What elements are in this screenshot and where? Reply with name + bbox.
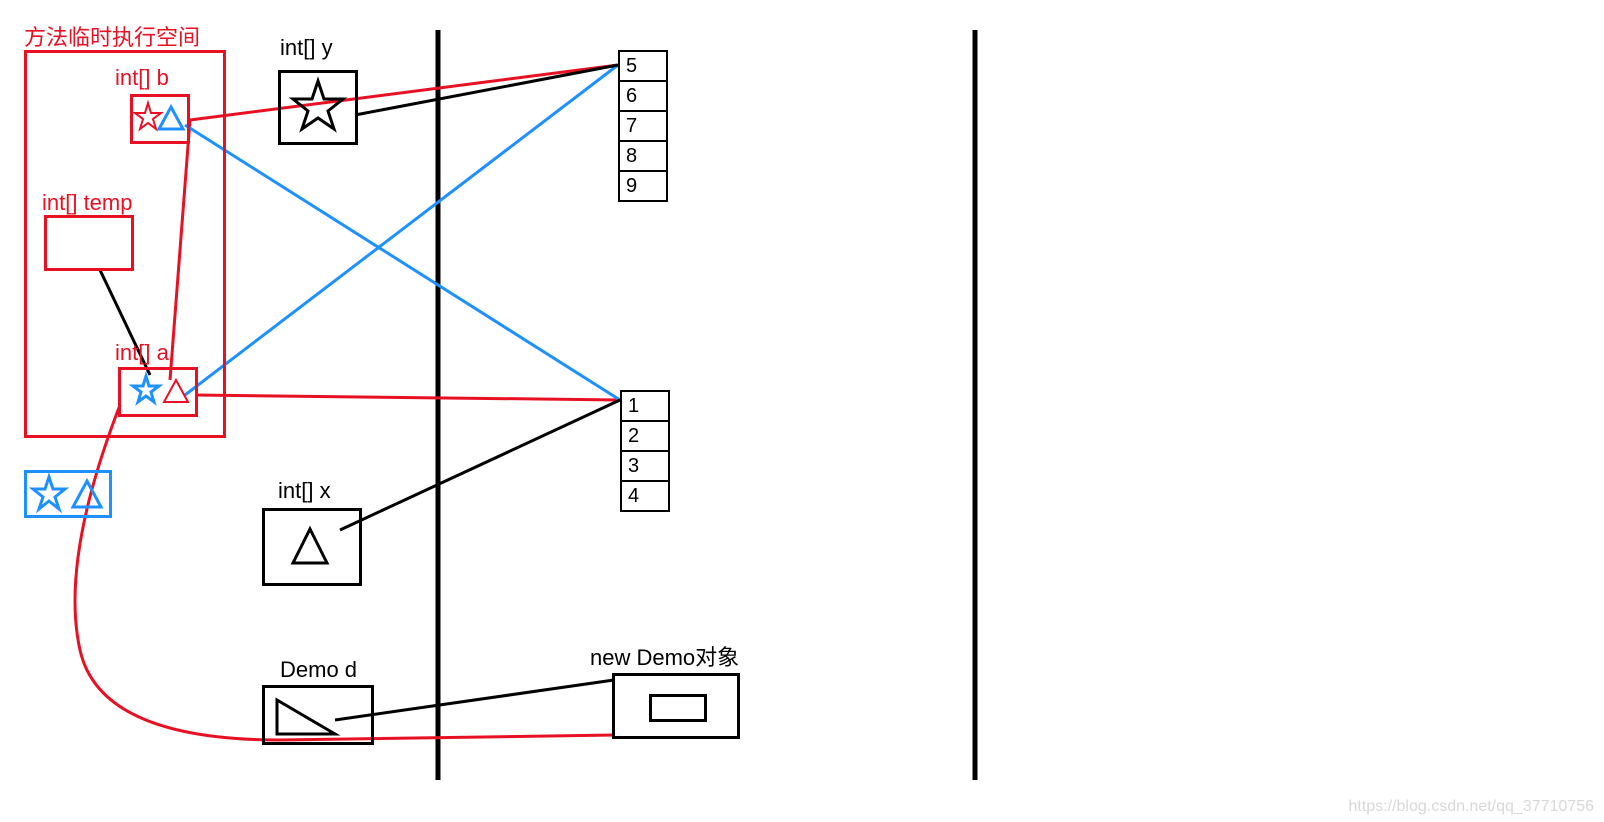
array-cell: 8 [618, 140, 668, 172]
int-a-label: int[] a [115, 340, 169, 366]
method-exec-space-label: 方法临时执行空间 [24, 20, 200, 52]
array-cell: 2 [620, 420, 670, 452]
demo-d-box [262, 685, 374, 745]
star-triangle-icon [121, 370, 197, 416]
legend-box [24, 470, 112, 518]
int-y-box [278, 70, 358, 145]
array-cell: 1 [620, 390, 670, 422]
new-demo-box [612, 673, 740, 739]
star-triangle-icon [27, 473, 111, 517]
array-cell: 5 [618, 50, 668, 82]
int-x-label: int[] x [278, 478, 331, 504]
int-x-box [262, 508, 362, 586]
array-cell: 7 [618, 110, 668, 142]
int-b-label: int[] b [115, 65, 169, 91]
connector-lines [0, 0, 1604, 822]
triangle-icon [265, 511, 359, 583]
star-triangle-icon [133, 97, 189, 143]
array-cell: 3 [620, 450, 670, 482]
wedge-icon [265, 688, 371, 742]
array-5to9: 5 6 7 8 9 [618, 52, 668, 202]
int-temp-box [44, 215, 134, 271]
int-temp-label: int[] temp [42, 190, 132, 216]
int-y-label: int[] y [280, 35, 333, 61]
watermark-text: https://blog.csdn.net/qq_37710756 [1348, 798, 1594, 816]
demo-d-label: Demo d [280, 657, 357, 683]
int-a-box [118, 367, 198, 417]
array-cell: 9 [618, 170, 668, 202]
int-b-box [130, 94, 190, 144]
array-cell: 6 [618, 80, 668, 112]
inner-rect-icon [649, 694, 707, 722]
new-demo-label: new Demo对象 [590, 640, 739, 672]
array-cell: 4 [620, 480, 670, 512]
array-1to4: 1 2 3 4 [620, 392, 670, 512]
star-icon [281, 73, 355, 142]
